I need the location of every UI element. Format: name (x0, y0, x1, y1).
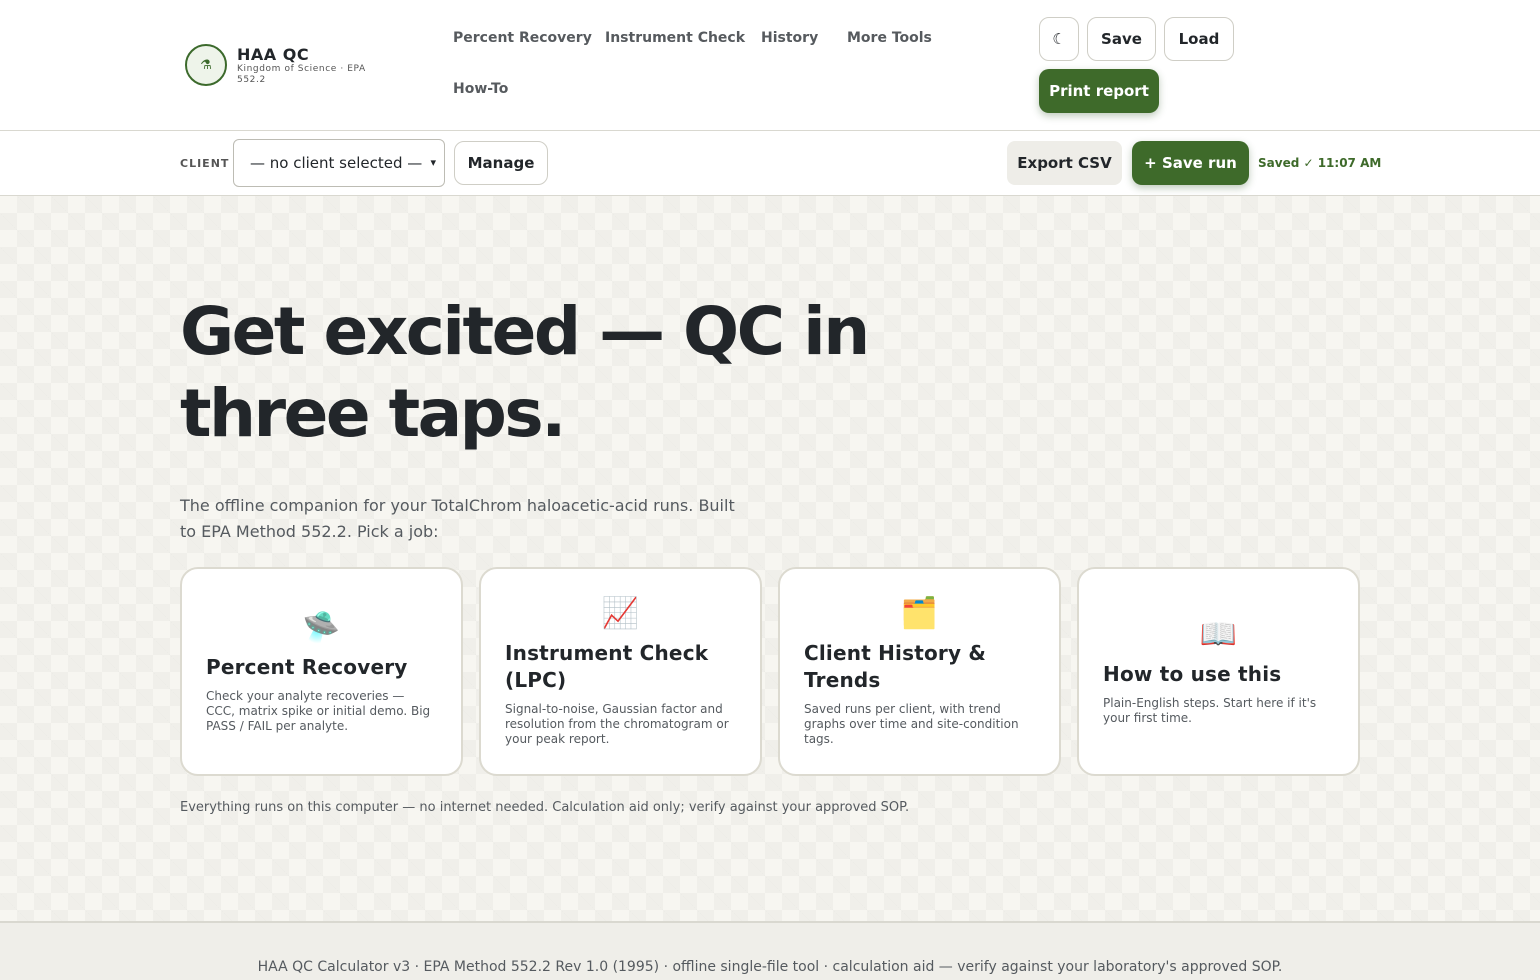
client-label: CLIENT (180, 157, 230, 170)
card-description: Check your analyte recoveries — CCC, mat… (206, 688, 431, 733)
card-title: Instrument Check (LPC) (505, 641, 709, 692)
card-client-history[interactable]: 🗂️ Client History & Trends Saved runs pe… (778, 567, 1061, 776)
client-select[interactable]: — no client selected — ▾ (233, 139, 445, 187)
save-run-button[interactable]: + Save run (1132, 141, 1249, 185)
hero-title: Get excited — QC in three taps. (180, 293, 870, 452)
folder-icon: 🗂️ (900, 596, 939, 631)
client-select-value: — no client selected — (250, 154, 423, 172)
footer: HAA QC Calculator v3 · EPA Method 552.2 … (0, 921, 1540, 980)
app-title: HAA QC (237, 45, 310, 64)
top-header: ⚗ HAA QC Kingdom of Science · EPA 552.2 … (0, 0, 1540, 131)
card-title: Client History & Trends (804, 641, 987, 692)
footer-text: HAA QC Calculator v3 · EPA Method 552.2 … (257, 959, 1283, 975)
theme-toggle-button[interactable]: ☾ (1039, 17, 1079, 61)
app-subtitle: Kingdom of Science · EPA 552.2 (237, 64, 366, 85)
card-description: Plain-English steps. Start here if it's … (1103, 696, 1317, 725)
client-bar: CLIENT — no client selected — ▾ Manage E… (0, 131, 1540, 196)
chart-icon: 📈 (601, 596, 640, 631)
hero-subtitle: The offline companion for your TotalChro… (180, 496, 735, 541)
card-instrument-check[interactable]: 📈 Instrument Check (LPC) Signal-to-noise… (479, 567, 762, 776)
nav-percent-recovery[interactable]: Percent Recovery (453, 30, 592, 46)
hero-section: Get excited — QC in three taps. The offl… (0, 196, 1540, 921)
nav-more-tools[interactable]: More Tools (847, 30, 932, 46)
load-button[interactable]: Load (1164, 17, 1234, 61)
chevron-down-icon: ▾ (430, 156, 436, 169)
card-percent-recovery[interactable]: 🛸 Percent Recovery Check your analyte re… (180, 567, 463, 776)
nav-how-to[interactable]: How-To (453, 81, 508, 97)
flask-icon: ⚗ (185, 44, 227, 86)
card-how-to[interactable]: 📖 How to use this Plain-English steps. S… (1077, 567, 1360, 776)
manage-clients-button[interactable]: Manage (454, 141, 548, 185)
saved-status: Saved ✓ 11:07 AM (1258, 156, 1382, 170)
print-report-button[interactable]: Print report (1039, 69, 1159, 113)
card-description: Signal-to-noise, Gaussian factor and res… (505, 702, 729, 746)
nav-history[interactable]: History (761, 30, 818, 46)
ufo-icon: 🛸 (302, 609, 341, 645)
card-title: Percent Recovery (206, 654, 408, 679)
brand[interactable]: ⚗ HAA QC Kingdom of Science · EPA 552.2 (185, 44, 397, 86)
export-csv-button[interactable]: Export CSV (1007, 141, 1122, 185)
offline-note: Everything runs on this computer — no in… (180, 800, 910, 815)
save-button[interactable]: Save (1087, 17, 1156, 61)
moon-icon: ☾ (1052, 30, 1066, 48)
card-description: Saved runs per client, with trend graphs… (804, 702, 1019, 746)
nav-instrument-check[interactable]: Instrument Check (605, 30, 745, 46)
book-icon: 📖 (1199, 617, 1238, 652)
card-title: How to use this (1103, 662, 1282, 686)
